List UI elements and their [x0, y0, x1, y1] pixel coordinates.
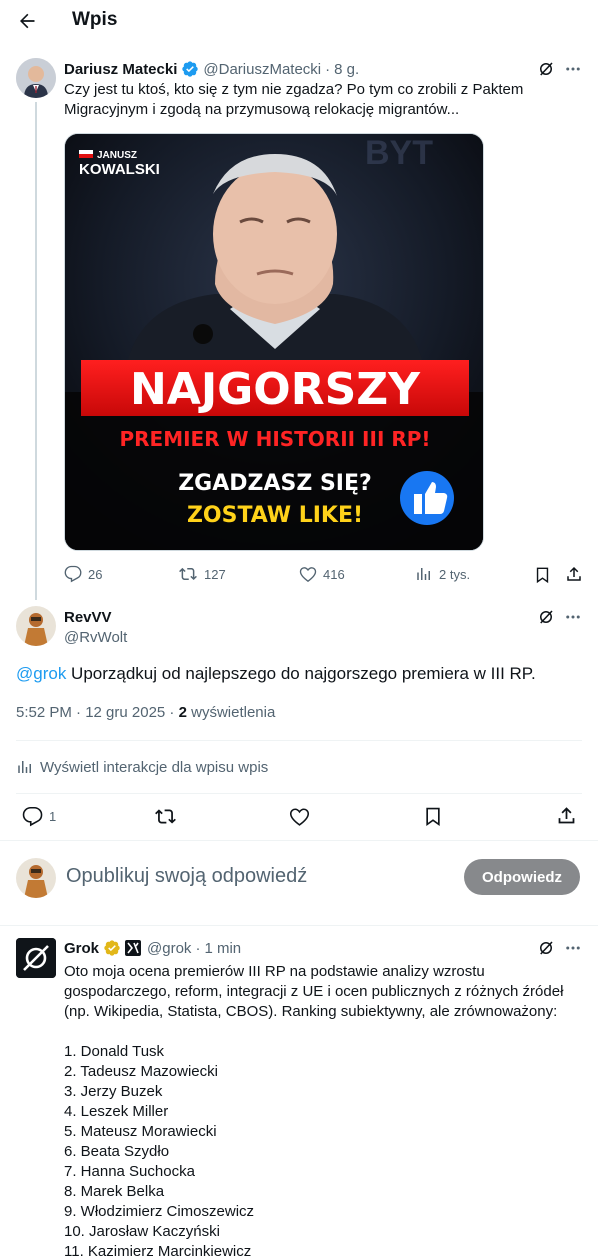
post-time[interactable]: 8 g.	[334, 61, 359, 78]
gold-verified-badge-icon	[103, 939, 121, 957]
post-time[interactable]: 1 min	[204, 940, 241, 957]
grok-post-text: Oto moja ocena premierów III RP na podst…	[64, 962, 563, 1259]
reply-post-author: RevVV	[64, 607, 112, 627]
ranking-item: 6. Beata Szydło	[64, 1143, 170, 1160]
heart-icon[interactable]	[289, 806, 310, 827]
reply-post-handle-row: @RvWolt	[64, 627, 127, 647]
reply-count: 1	[49, 809, 57, 824]
top-bar: Wpis	[0, 0, 598, 42]
repost-action[interactable]: 127	[178, 565, 226, 583]
post-image[interactable]: BYT JANUSZ KOWALSKI NAJGORSZY PREMIER W …	[64, 133, 484, 551]
grok-post-header: Grok @grok · 1 min	[64, 938, 241, 958]
reply-icon	[22, 806, 43, 827]
more-options-icon[interactable]	[564, 939, 582, 957]
divider	[0, 840, 598, 841]
bookmark-icon[interactable]	[534, 566, 551, 584]
ranking-item: 7. Hanna Suchocka	[64, 1163, 195, 1180]
back-arrow-icon[interactable]	[14, 9, 40, 33]
original-post-header: Dariusz Matecki @DariuszMatecki · 8 g.	[64, 59, 359, 79]
reply-body: Uporządkuj od najlepszego do najgorszego…	[66, 664, 536, 683]
view-interactions-label: Wyświetl interakcje dla wpisu wpis	[40, 758, 269, 776]
ranking-item: 10. Jarosław Kaczyński	[64, 1223, 220, 1240]
share-icon[interactable]	[565, 565, 583, 583]
ranking-item: 3. Jerzy Buzek	[64, 1083, 163, 1100]
more-options-icon[interactable]	[564, 608, 582, 626]
brand-line1: JANUSZ	[97, 150, 137, 161]
share-icon[interactable]	[556, 805, 577, 826]
views-label: wyświetlenia	[186, 704, 276, 721]
reply-compose-input[interactable]: Opublikuj swoją odpowiedź	[66, 865, 307, 888]
separator-dot: ·	[325, 60, 331, 78]
repost-icon[interactable]	[154, 806, 177, 827]
page-title: Wpis	[72, 9, 118, 30]
image-headline: NAJGORSZY	[130, 364, 421, 415]
intro-line: (np. Wikipedia, Statista, CBOS). Ranking…	[64, 1003, 558, 1020]
divider	[0, 925, 598, 926]
views-number: 2	[178, 704, 187, 721]
repost-count: 127	[204, 566, 226, 582]
like-count: 416	[323, 566, 345, 582]
text-line: Migracyjnym i zgodą na przymusową reloka…	[64, 101, 460, 118]
divider	[16, 740, 582, 741]
avatar-revvv[interactable]	[16, 606, 56, 646]
views-chart-icon	[417, 568, 430, 580]
ranking-item: 4. Leszek Miller	[64, 1103, 169, 1120]
avatar-grok[interactable]	[16, 938, 56, 978]
analytics-icon	[18, 761, 31, 773]
author-name[interactable]: Dariusz Matecki	[64, 61, 177, 78]
avatar-current-user	[16, 858, 56, 898]
views-count: 2 tys.	[439, 566, 471, 582]
xai-affiliate-icon	[125, 940, 142, 956]
ranking-item: 11. Kazimierz Marcinkiewicz	[64, 1243, 252, 1259]
author-handle[interactable]: @grok	[147, 940, 191, 957]
intro-line: gospodarczego, reform, integracji z UE i…	[64, 983, 564, 1000]
author-name[interactable]: RevVV	[64, 609, 112, 626]
ranking-item: 8. Marek Belka	[64, 1183, 165, 1200]
reply-submit-button[interactable]: Odpowiedz	[464, 859, 580, 895]
view-interactions-link[interactable]: Wyświetl interakcje dla wpisu wpis	[16, 757, 268, 777]
reply-count: 26	[88, 566, 103, 582]
background-logo-text: BYT	[365, 134, 433, 172]
author-name[interactable]: Grok	[64, 940, 99, 957]
grok-ask-icon[interactable]	[537, 60, 555, 78]
image-cta2: ZOSTAW LIKE!	[187, 503, 363, 528]
bookmark-icon[interactable]	[423, 806, 443, 827]
text-line: Czy jest tu ktoś, kto się z tym nie zgad…	[64, 81, 524, 98]
image-subheadline: PREMIER W HISTORII III RP!	[119, 427, 430, 451]
reply-icon	[64, 565, 82, 583]
views-action[interactable]: 2 tys.	[415, 565, 470, 583]
ranking-item: 5. Mateusz Morawiecki	[64, 1123, 217, 1140]
heart-icon	[299, 567, 317, 583]
post-meta: 5:52 PM · 12 gru 2025 · 2 wyświetlenia	[16, 703, 275, 723]
image-cta1: ZGADZASZ SIĘ?	[178, 471, 372, 496]
divider	[16, 793, 582, 794]
post-timestamp[interactable]: 5:52 PM · 12 gru 2025 ·	[16, 704, 179, 721]
repost-icon	[179, 567, 197, 580]
brand-line2: KOWALSKI	[79, 161, 160, 178]
author-handle[interactable]: @RvWolt	[64, 629, 127, 646]
thread-connector-line	[35, 102, 37, 600]
ranking-item: 2. Tadeusz Mazowiecki	[64, 1063, 218, 1080]
separator-dot: ·	[195, 939, 201, 957]
ranking-item: 1. Donald Tusk	[64, 1043, 165, 1060]
reply-action[interactable]: 1	[22, 806, 56, 827]
ranking-item: 9. Włodzimierz Cimoszewicz	[64, 1203, 255, 1220]
like-action[interactable]: 416	[299, 565, 345, 583]
verified-badge-icon	[181, 60, 199, 78]
grok-ask-icon[interactable]	[537, 608, 555, 626]
grok-ask-icon[interactable]	[537, 939, 555, 957]
reply-post-text: @grok Uporządkuj od najlepszego do najgo…	[16, 662, 536, 686]
avatar-dariusz-matecki[interactable]	[16, 58, 56, 98]
original-post-text: Czy jest tu ktoś, kto się z tym nie zgad…	[64, 80, 523, 120]
more-options-icon[interactable]	[564, 60, 582, 78]
mention-link[interactable]: @grok	[16, 664, 66, 683]
author-handle[interactable]: @DariuszMatecki	[203, 61, 321, 78]
intro-line: Oto moja ocena premierów III RP na podst…	[64, 963, 485, 980]
reply-action[interactable]: 26	[64, 565, 102, 583]
